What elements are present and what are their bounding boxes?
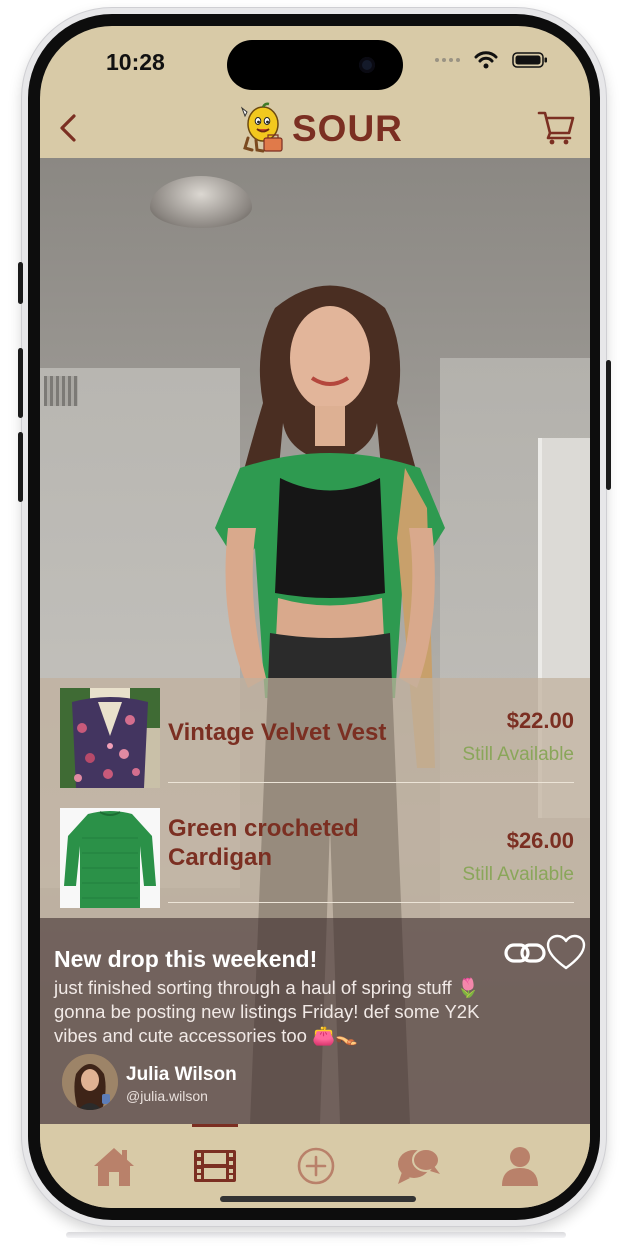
status-time: 10:28 — [106, 49, 165, 75]
link-icon[interactable] — [504, 938, 546, 968]
product-availability: Still Available — [462, 744, 574, 765]
chat-bubbles-icon[interactable] — [394, 1144, 442, 1188]
author-name[interactable]: Julia Wilson — [126, 1064, 237, 1086]
product-price: $22.00 — [506, 708, 574, 733]
mute-switch — [18, 262, 23, 304]
wifi-icon — [474, 51, 498, 69]
post-caption-panel: New drop this weekend! just finished sor… — [40, 918, 590, 1124]
cart-icon[interactable] — [536, 108, 576, 146]
product-card-1[interactable]: Vintage Velvet Vest $22.00 Still Availab… — [40, 678, 590, 798]
product-name: Green crocheted Cardigan — [168, 815, 359, 871]
volume-up-button — [18, 348, 23, 418]
lemon-mascot-icon — [240, 102, 283, 153]
video-player[interactable]: Vintage Velvet Vest $22.00 Still Availab… — [40, 158, 590, 1124]
signal-icon — [435, 58, 460, 62]
product-divider — [168, 782, 574, 783]
home-indicator[interactable] — [220, 1196, 416, 1202]
front-camera — [359, 57, 375, 73]
sour-logo[interactable]: SOUR — [238, 100, 403, 158]
product-name: Vintage Velvet Vest — [168, 719, 387, 746]
product-card-2[interactable]: Green crocheted Cardigan $26.00 Still Av… — [40, 798, 590, 918]
battery-icon — [512, 52, 547, 68]
home-icon[interactable] — [90, 1144, 138, 1188]
author-handle[interactable]: @julia.wilson — [126, 1088, 208, 1104]
logo-text: SOUR — [292, 108, 403, 149]
active-tab-indicator — [192, 1124, 238, 1127]
status-icons — [435, 51, 548, 69]
product-divider — [168, 902, 574, 903]
post-title: New drop this weekend! — [54, 946, 318, 972]
video-air-vent — [44, 376, 78, 406]
app-screen: 10:28 SOUR Vintage Velvet Vest $22.00 St… — [40, 26, 590, 1208]
power-button — [606, 360, 611, 490]
plus-circle-icon[interactable] — [292, 1144, 340, 1188]
phone-shadow — [66, 1232, 566, 1238]
film-icon[interactable] — [191, 1144, 239, 1188]
tagged-products-panel: Vintage Velvet Vest $22.00 Still Availab… — [40, 678, 590, 918]
app-header: SOUR — [40, 96, 590, 158]
chevron-left-icon[interactable] — [50, 110, 86, 146]
product-thumb-vest[interactable] — [60, 688, 160, 788]
green-cardigan-photo — [60, 808, 160, 908]
person-icon[interactable] — [496, 1144, 544, 1188]
product-price: $26.00 — [506, 828, 574, 853]
product-thumb-cardigan[interactable] — [60, 808, 160, 908]
author-avatar[interactable] — [62, 1054, 118, 1110]
floral-vest-photo — [60, 688, 160, 788]
dynamic-island — [227, 40, 403, 90]
post-body: just finished sorting through a haul of … — [54, 977, 480, 1046]
volume-down-button — [18, 432, 23, 502]
product-availability: Still Available — [462, 864, 574, 885]
heart-icon[interactable] — [546, 934, 586, 972]
